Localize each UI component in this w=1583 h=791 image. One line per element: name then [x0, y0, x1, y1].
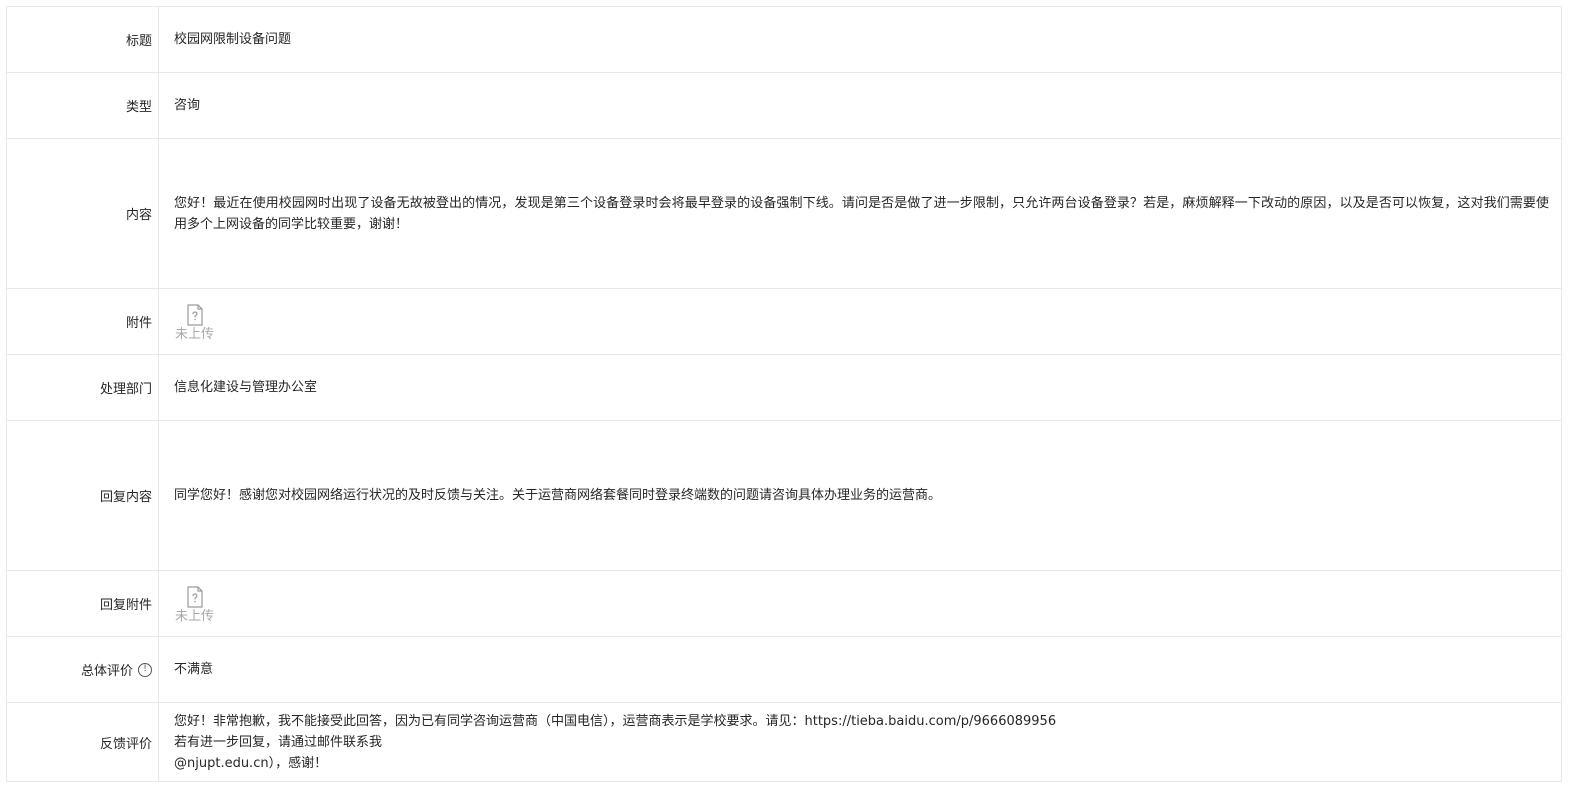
- content-value: 您好！最近在使用校园网时出现了设备无故被登出的情况，发现是第三个设备登录时会将最…: [174, 195, 1549, 232]
- row-type: 类型 咨询: [7, 73, 1562, 139]
- title-value: 校园网限制设备问题: [159, 7, 1562, 72]
- row-reply: 回复内容 同学您好！感谢您对校园网络运行状况的及时反馈与关注。关于运营商网络套餐…: [7, 421, 1562, 571]
- feedback-line-1: 您好！非常抱歉，我不能接受此回答，因为已有同学咨询运营商（中国电信），运营商表示…: [174, 713, 1057, 729]
- reply-attachment-placeholder: 未上传: [175, 586, 214, 625]
- row-feedback: 反馈评价 您好！非常抱歉，我不能接受此回答，因为已有同学咨询运营商（中国电信），…: [7, 703, 1562, 782]
- reply-attachment-status: 未上传: [175, 609, 215, 624]
- feedback-line-2-suffix: @njupt.edu.cn），感谢！: [174, 755, 328, 771]
- department-value: 信息化建设与管理办公室: [159, 355, 1562, 420]
- reply-value: 同学您好！感谢您对校园网络运行状况的及时反馈与关注。关于运营商网络套餐同时登录终…: [159, 421, 1562, 570]
- file-question-icon: [186, 304, 203, 326]
- rating-label: 总体评价: [80, 664, 133, 679]
- reply-attachment-cell: 未上传: [159, 571, 1562, 636]
- row-department: 处理部门 信息化建设与管理办公室: [7, 355, 1562, 421]
- attachment-status: 未上传: [175, 327, 215, 342]
- rating-label-cell: 总体评价 !: [7, 637, 159, 702]
- rating-value: 不满意: [159, 637, 1562, 702]
- reply-attachment-label: 回复附件: [7, 571, 159, 636]
- content-label: 内容: [7, 139, 159, 288]
- attachment-placeholder: 未上传: [175, 304, 214, 343]
- row-content: 内容 您好！最近在使用校园网时出现了设备无故被登出的情况，发现是第三个设备登录时…: [7, 139, 1562, 289]
- department-label: 处理部门: [7, 355, 159, 420]
- row-reply-attachment: 回复附件 未上传: [7, 571, 1562, 637]
- type-value: 咨询: [159, 73, 1562, 138]
- info-icon[interactable]: !: [138, 662, 152, 677]
- feedback-label: 反馈评价: [7, 703, 159, 781]
- content-cell: 您好！最近在使用校园网时出现了设备无故被登出的情况，发现是第三个设备登录时会将最…: [159, 139, 1562, 288]
- title-label: 标题: [7, 7, 159, 72]
- type-label: 类型: [7, 73, 159, 138]
- feedback-cell: 您好！非常抱歉，我不能接受此回答，因为已有同学咨询运营商（中国电信），运营商表示…: [159, 703, 1562, 781]
- row-attachment: 附件 未上传: [7, 289, 1562, 355]
- feedback-line-2-prefix: 若有进一步回复，请通过邮件联系我: [174, 734, 383, 750]
- attachment-cell: 未上传: [159, 289, 1562, 354]
- row-rating: 总体评价 ! 不满意: [7, 637, 1562, 703]
- attachment-label: 附件: [7, 289, 159, 354]
- file-question-icon: [186, 586, 203, 608]
- feedback-value: 您好！非常抱歉，我不能接受此回答，因为已有同学咨询运营商（中国电信），运营商表示…: [174, 711, 1056, 774]
- reply-label: 回复内容: [7, 421, 159, 570]
- feedback-line-2: 若有进一步回复，请通过邮件联系我 @njupt.edu.cn），感谢！: [174, 732, 1056, 774]
- row-title: 标题 校园网限制设备问题: [7, 7, 1562, 73]
- ticket-detail-table: 标题 校园网限制设备问题 类型 咨询 内容 您好！最近在使用校园网时出现了设备无…: [6, 6, 1562, 782]
